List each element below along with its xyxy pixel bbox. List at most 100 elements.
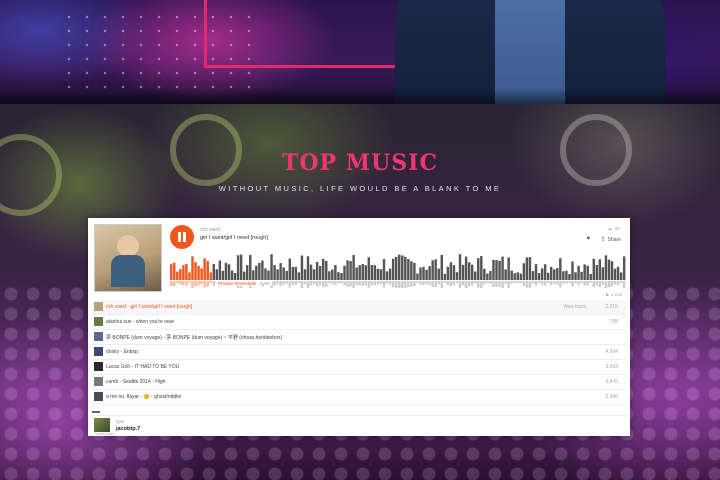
waveform-bar: [492, 259, 495, 280]
waveform-bar: [291, 266, 295, 280]
track-title[interactable]: girl I want/girl I need [rough]: [200, 235, 268, 241]
waveform-reflection: [285, 281, 288, 284]
waveform-bar: [431, 260, 434, 280]
track-user[interactable]: rick ward: [200, 227, 220, 233]
waveform-bar: [385, 271, 389, 280]
waveform-reflection: [577, 281, 580, 286]
soundcloud-icon[interactable]: ☁ ·ıllıı·: [608, 226, 623, 232]
waveform-bar: [571, 261, 574, 280]
waveform-reflection: [401, 281, 404, 288]
waveform-bar: [577, 265, 580, 280]
waveform-reflection: [449, 281, 453, 287]
waveform-bar: [434, 259, 437, 280]
track-row[interactable]: a me no. flayar - 😊 - ghost/riddler 2,94…: [92, 390, 626, 405]
waveform-reflection: [291, 281, 295, 285]
share-button[interactable]: ⇪ Share: [601, 236, 621, 243]
waveform-bar: [370, 264, 374, 280]
waveform-bar: [592, 258, 595, 280]
waveform-bar: [401, 255, 404, 280]
artwork-figure-body: [111, 255, 145, 287]
avatar[interactable]: [94, 418, 110, 432]
waveform-bar: [428, 266, 431, 280]
waveform-bar: [531, 271, 535, 280]
waveform-reflection: [334, 281, 337, 286]
track-row-plays: 3,843: [605, 364, 618, 370]
waveform-reflection: [343, 281, 346, 286]
waveform-bar: [559, 258, 562, 280]
waveform-bar: [185, 263, 188, 280]
footer-username[interactable]: jacobtp.7: [116, 426, 140, 432]
waveform-reflection: [507, 281, 510, 288]
waveform-bar: [343, 265, 346, 280]
waveform-reflection: [565, 281, 568, 284]
waveform-bar: [379, 269, 383, 280]
track-row-plays: 2,215: [605, 304, 618, 310]
waveform-reflection: [340, 281, 343, 284]
track-row[interactable]: dosky - &nbsp; 4,994: [92, 345, 626, 360]
waveform-reflection: [474, 281, 477, 284]
waveform-bar: [546, 272, 550, 280]
track-row[interactable]: Lucas Goh - IT HAD TO BE YOU 3,843: [92, 360, 626, 375]
footer-user-row[interactable]: tyus jacobtp.7: [92, 415, 626, 436]
track-artwork[interactable]: [94, 224, 162, 292]
waveform-reflection: [410, 281, 413, 287]
waveform-reflection: [531, 281, 535, 284]
waveform-bar: [355, 267, 358, 280]
track-row[interactable]: alanhui sun - when you're near 788: [92, 315, 626, 330]
waveform-reflection: [467, 281, 471, 287]
waveform-bar: [507, 257, 510, 280]
waveform-reflection: [492, 281, 495, 288]
waveform-bar: [568, 273, 571, 280]
waveform-bar: [236, 255, 240, 280]
waveform-bar: [276, 269, 279, 280]
waveform-bar: [534, 264, 538, 280]
waveform-bar: [315, 261, 319, 280]
waveform-reflection: [550, 281, 553, 285]
waveform-reflection: [385, 281, 389, 284]
track-row-label: alanhui sun - when you're near: [106, 319, 175, 325]
track-row[interactable]: camb - Seattle 2014 - High 3,845: [92, 375, 626, 390]
track-row[interactable]: 夢 BONPE (dum voyage) - 夢 BONPE (dum voya…: [92, 330, 626, 345]
track-row-plays: 4,994: [605, 349, 618, 355]
waveform-reflection: [176, 281, 179, 284]
waveform-bar: [328, 271, 331, 280]
waveform-reflection: [495, 281, 498, 287]
waveform-reflection: [525, 281, 529, 288]
waveform-reflection: [604, 281, 608, 288]
waveform-reflection: [197, 281, 200, 286]
track-thumbnail: [94, 347, 103, 356]
waveform-bar: [191, 256, 194, 280]
waveform-reflection: [422, 281, 425, 285]
waveform-bar: [279, 263, 282, 280]
heart-icon[interactable]: ♥: [586, 236, 590, 242]
waveform-bar: [525, 257, 529, 280]
waveform-bar: [218, 260, 222, 280]
waveform-reflection: [391, 281, 395, 288]
waveform-reflection: [607, 281, 611, 288]
waveform-bar: [367, 257, 371, 280]
waveform-comment[interactable]: Phoebe Rosendale syne: [216, 281, 272, 286]
waveform-bar: [416, 273, 419, 280]
waveform-bar: [537, 272, 541, 280]
waveform-reflection: [170, 281, 173, 286]
pause-button[interactable]: [170, 225, 194, 249]
track-row[interactable]: rick ward - girl I want/girl I need [rou…: [92, 300, 626, 315]
waveform-reflection: [480, 281, 483, 288]
waveform-reflection: [407, 281, 410, 288]
cookie-policy-link[interactable]: Cookie policy: [94, 432, 115, 436]
waveform-reflection: [328, 281, 331, 284]
waveform-reflection: [440, 281, 443, 288]
waveform-reflection: [352, 281, 355, 288]
waveform-reflection: [404, 281, 407, 288]
soundcloud-player[interactable]: rick ward girl I want/girl I need [rough…: [88, 218, 630, 436]
waveform-bar: [173, 262, 176, 280]
waveform-reflection: [309, 281, 313, 286]
waveform-reflection: [504, 281, 507, 285]
waveform-bar: [528, 257, 532, 280]
view-track-link[interactable]: View track: [563, 304, 586, 310]
waveform-reflection: [355, 281, 358, 285]
waveform-reflection: [483, 281, 486, 285]
waveform-bar: [230, 270, 234, 280]
waveform-bar: [306, 256, 310, 280]
track-thumbnail: [94, 377, 103, 386]
